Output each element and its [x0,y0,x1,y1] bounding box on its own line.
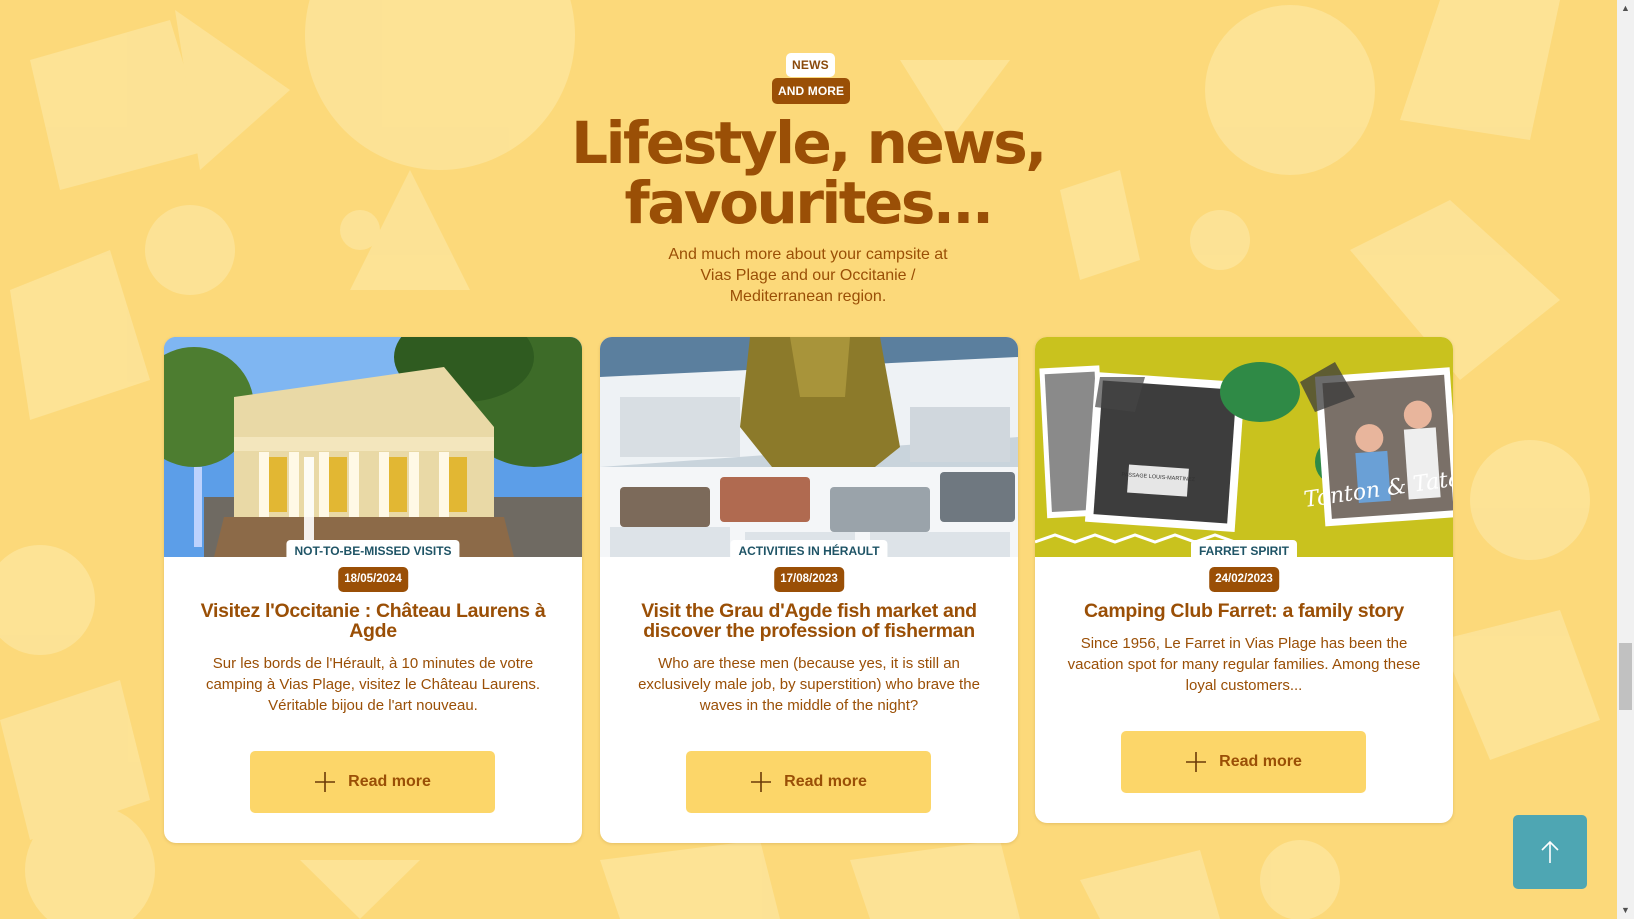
card-category: ACTIVITIES IN HÉRAULT [730,540,888,560]
section-kicker-news: NEWS [786,53,835,77]
read-more-button[interactable]: Read more [686,751,931,813]
arrow-up-icon [1541,840,1559,863]
scrollbar-track[interactable] [1617,0,1634,919]
scrollbar-down-arrow-icon[interactable]: ▼ [1617,902,1634,919]
card-title[interactable]: Visit the Grau d'Agde fish market and di… [628,601,990,641]
card-date-badge: 17/08/2023 [774,567,844,592]
card-excerpt: Who are these men (because yes, it is st… [638,655,980,714]
card-date-badge: 24/02/2023 [1209,567,1279,592]
section-title-line-2: favourites... [624,169,995,237]
read-more-label: Read more [784,773,867,790]
card-date-badge: 18/05/2024 [338,567,408,592]
section-title: Lifestyle, news, favourites... [540,113,1076,233]
plus-icon [751,772,772,792]
card-image-chateau-laurens[interactable] [164,337,582,557]
back-to-top-button[interactable] [1513,815,1587,889]
plus-icon [315,772,336,792]
news-card-chateau-laurens: NOT-TO-BE-MISSED VISITS 18/05/2024 Visit… [164,337,582,843]
section-title-line-1: Lifestyle, news, [571,109,1047,177]
card-category: FARRET SPIRIT [1190,540,1298,560]
card-category: NOT-TO-BE-MISSED VISITS [286,540,460,560]
read-more-button[interactable]: Read more [250,751,495,813]
card-excerpt: Since 1956, Le Farret in Vias Plage has … [1067,635,1421,694]
read-more-label: Read more [348,773,431,790]
read-more-button[interactable]: Read more [1121,731,1366,793]
scrollbar-thumb[interactable] [1619,643,1632,710]
card-image-family-collage[interactable]: PASSAGE LOUIS-MARTINEZ Tonton & Tata [1035,337,1453,557]
section-kicker-and-more: AND MORE [772,78,851,104]
read-more-label: Read more [1219,753,1302,770]
news-card-family-story: PASSAGE LOUIS-MARTINEZ Tonton & Tata FAR… [1035,337,1453,823]
card-image-fish-market[interactable] [600,337,1018,557]
plus-icon [1186,752,1207,772]
card-title[interactable]: Visitez l'Occitanie : Château Laurens à … [192,601,554,641]
card-excerpt: Sur les bords de l'Hérault, à 10 minutes… [205,655,541,714]
scrollbar-up-arrow-icon[interactable]: ▲ [1617,0,1634,17]
section-subtitle: And much more about your campsite at Via… [668,246,948,305]
news-card-fish-market: ACTIVITIES IN HÉRAULT 17/08/2023 Visit t… [600,337,1018,843]
card-title[interactable]: Camping Club Farret: a family story [1063,601,1425,621]
